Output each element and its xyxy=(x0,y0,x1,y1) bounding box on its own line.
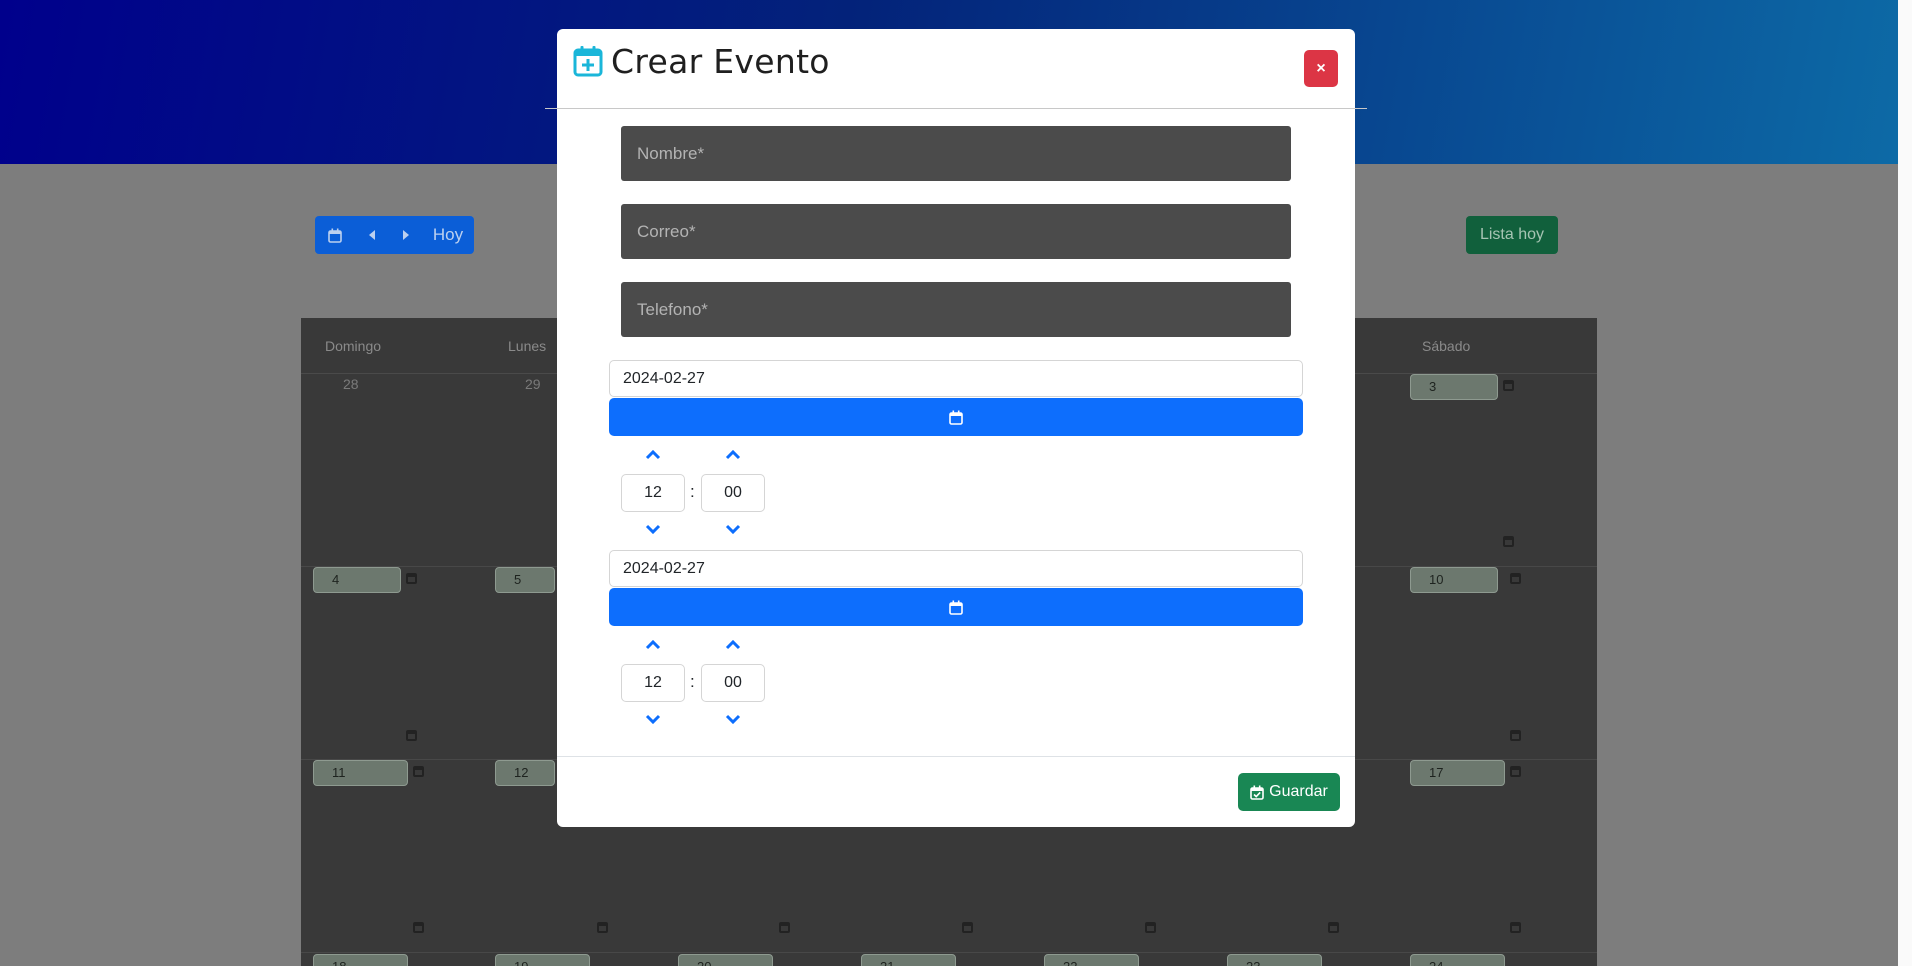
chevron-down-icon xyxy=(645,714,661,724)
chevron-up-icon xyxy=(645,450,661,460)
calendar-icon[interactable] xyxy=(1510,922,1521,933)
telefono-input[interactable]: Telefono* xyxy=(621,282,1291,337)
day-pill[interactable]: 19 xyxy=(495,954,590,966)
calendar-icon[interactable] xyxy=(1503,536,1514,547)
calendar-icon[interactable] xyxy=(406,573,417,584)
day-name-saturday: Sábado xyxy=(1422,338,1471,354)
calendar-view-button[interactable] xyxy=(315,216,355,254)
footer-divider xyxy=(557,756,1355,757)
end-minute-input[interactable]: 00 xyxy=(701,664,765,702)
calendar-plus-icon xyxy=(573,46,603,77)
day-number[interactable]: 28 xyxy=(343,376,359,392)
day-pill[interactable]: 20 xyxy=(678,954,773,966)
day-pill[interactable]: 18 xyxy=(313,954,408,966)
calendar-icon xyxy=(328,228,342,243)
next-button[interactable] xyxy=(389,216,423,254)
day-pill[interactable]: 21 xyxy=(861,954,956,966)
calendar-icon xyxy=(949,410,963,425)
correo-input[interactable]: Correo* xyxy=(621,204,1291,259)
chevron-up-icon xyxy=(645,640,661,650)
day-pill[interactable]: 4 xyxy=(313,567,401,593)
calendar-nav-toolbar: Hoy xyxy=(315,216,474,254)
day-pill[interactable]: 5 xyxy=(495,567,555,593)
today-button[interactable]: Hoy xyxy=(423,216,473,254)
end-minute-decrement[interactable] xyxy=(723,712,743,726)
day-name-monday: Lunes xyxy=(508,338,547,354)
calendar-icon xyxy=(949,600,963,615)
start-date-input[interactable]: 2024-02-27 xyxy=(609,360,1303,397)
start-hour-decrement[interactable] xyxy=(643,522,663,536)
calendar-icon[interactable] xyxy=(1503,380,1514,391)
caret-right-icon xyxy=(403,230,409,240)
end-date-input[interactable]: 2024-02-27 xyxy=(609,550,1303,587)
prev-button[interactable] xyxy=(355,216,389,254)
calendar-icon[interactable] xyxy=(1510,730,1521,741)
day-pill[interactable]: 10 xyxy=(1410,567,1498,593)
chevron-down-icon xyxy=(645,524,661,534)
day-number[interactable]: 29 xyxy=(525,376,541,392)
start-minute-decrement[interactable] xyxy=(723,522,743,536)
calendar-icon[interactable] xyxy=(406,730,417,741)
calendar-icon[interactable] xyxy=(597,922,608,933)
start-minute-increment[interactable] xyxy=(723,448,743,462)
save-button[interactable]: Guardar xyxy=(1238,773,1340,811)
end-hour-decrement[interactable] xyxy=(643,712,663,726)
chevron-down-icon xyxy=(725,714,741,724)
week-divider xyxy=(301,952,1597,953)
chevron-up-icon xyxy=(725,450,741,460)
calendar-icon[interactable] xyxy=(413,766,424,777)
time-separator: : xyxy=(690,672,695,691)
time-separator: : xyxy=(690,482,695,501)
day-pill[interactable]: 11 xyxy=(313,760,408,786)
header-divider xyxy=(545,108,1367,109)
chevron-down-icon xyxy=(725,524,741,534)
end-hour-input[interactable]: 12 xyxy=(621,664,685,702)
day-pill[interactable]: 24 xyxy=(1410,954,1505,966)
day-pill[interactable]: 12 xyxy=(495,760,555,786)
calendar-icon[interactable] xyxy=(1510,573,1521,584)
close-button[interactable]: × xyxy=(1304,50,1338,87)
start-date-picker-button[interactable] xyxy=(609,398,1303,436)
modal-header: Crear Evento × xyxy=(557,29,1355,109)
day-pill[interactable]: 17 xyxy=(1410,760,1505,786)
start-hour-input[interactable]: 12 xyxy=(621,474,685,512)
calendar-icon[interactable] xyxy=(1510,766,1521,777)
day-pill[interactable]: 23 xyxy=(1227,954,1322,966)
modal-title: Crear Evento xyxy=(611,42,830,81)
calendar-icon[interactable] xyxy=(962,922,973,933)
list-today-button[interactable]: Lista hoy xyxy=(1466,216,1558,254)
start-hour-increment[interactable] xyxy=(643,448,663,462)
start-minute-input[interactable]: 00 xyxy=(701,474,765,512)
day-pill[interactable]: 22 xyxy=(1044,954,1139,966)
calendar-check-icon xyxy=(1250,785,1264,800)
calendar-icon[interactable] xyxy=(413,922,424,933)
day-pill[interactable]: 3 xyxy=(1410,374,1498,400)
calendar-icon[interactable] xyxy=(1328,922,1339,933)
save-button-label: Guardar xyxy=(1269,783,1328,800)
calendar-icon[interactable] xyxy=(779,922,790,933)
end-minute-increment[interactable] xyxy=(723,638,743,652)
chevron-up-icon xyxy=(725,640,741,650)
calendar-icon[interactable] xyxy=(1145,922,1156,933)
day-name-sunday: Domingo xyxy=(325,338,382,354)
create-event-modal: Crear Evento × Nombre* Correo* Telefono*… xyxy=(545,29,1367,827)
end-hour-increment[interactable] xyxy=(643,638,663,652)
nombre-input[interactable]: Nombre* xyxy=(621,126,1291,181)
caret-left-icon xyxy=(369,230,375,240)
page-scrollbar[interactable] xyxy=(1898,0,1912,966)
end-date-picker-button[interactable] xyxy=(609,588,1303,626)
